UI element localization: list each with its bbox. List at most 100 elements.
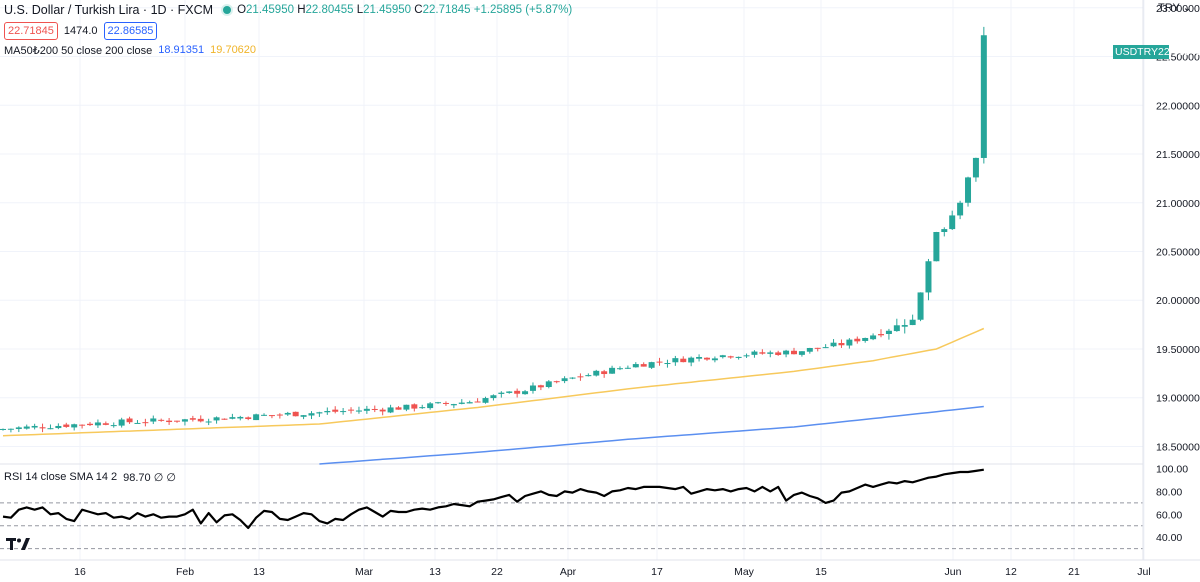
- candle-body: [751, 351, 758, 355]
- ohlc-values: O21.45950 H22.80455 L21.45950 C22.71845 …: [237, 4, 572, 16]
- rsi-value: 98.70 ∅ ∅: [123, 472, 176, 484]
- candle-body: [727, 356, 734, 358]
- time-tick-label: Jun: [945, 566, 962, 578]
- candle-body: [55, 425, 62, 429]
- candle-body: [791, 350, 797, 355]
- chart-canvas: 23.0000022.5000022.0000021.5000021.00000…: [0, 0, 1200, 578]
- open-label: O: [237, 4, 247, 16]
- candle-body: [672, 358, 679, 363]
- candle-body: [957, 202, 964, 216]
- time-tick-label: Jul: [1137, 566, 1150, 578]
- candle-body: [640, 364, 647, 367]
- rsi-tick-label: 40.00: [1156, 532, 1182, 544]
- close-label: C: [414, 4, 423, 16]
- candle-body: [371, 408, 378, 410]
- candle-body: [703, 357, 710, 360]
- candle-body: [624, 367, 631, 369]
- candle-body: [237, 416, 244, 419]
- candle-body: [87, 423, 94, 426]
- price-tick-label: 20.00000: [1156, 295, 1200, 307]
- candle-body: [158, 419, 165, 421]
- candle-body: [648, 362, 655, 368]
- sell-button[interactable]: 22.71845: [4, 22, 58, 40]
- ma-legend[interactable]: MA50₺200 50 close 200 close 18.91351 19.…: [4, 44, 256, 57]
- candle-body: [427, 403, 434, 409]
- candle-body: [245, 417, 252, 420]
- candle-body: [482, 398, 489, 403]
- close-value: 22.71845: [422, 4, 471, 16]
- ma200-line: [2, 327, 985, 437]
- candle-body: [39, 427, 46, 429]
- time-tick-label: May: [734, 566, 755, 578]
- candle-body: [870, 335, 877, 340]
- candle-body: [656, 361, 663, 363]
- candle-body: [221, 418, 228, 420]
- candle-body: [909, 319, 916, 326]
- symbol-title[interactable]: U.S. Dollar / Turkish Lira · 1D · FXCM: [4, 3, 213, 17]
- candle-body: [514, 390, 521, 394]
- change-value: +1.25895 (+5.87%): [473, 4, 573, 16]
- currency-selector[interactable]: TRY ⌄: [1158, 1, 1192, 14]
- candle-body: [759, 352, 766, 354]
- candle-body: [63, 424, 70, 427]
- candle-body: [300, 415, 307, 417]
- candle-body: [949, 215, 956, 230]
- open-value: 21.45950: [246, 4, 294, 16]
- candle-body: [806, 347, 813, 352]
- candle-body: [719, 355, 726, 358]
- chevron-down-icon: ⌄: [1179, 2, 1192, 14]
- time-tick-label: 16: [74, 566, 86, 578]
- symbol-tag: USDTRY: [1115, 46, 1158, 58]
- candle-body: [980, 35, 987, 158]
- candle-body: [15, 427, 22, 430]
- candle-body: [522, 391, 529, 395]
- candle-body: [23, 426, 30, 429]
- last-price-tag: USDTRY 22.71845: [1113, 45, 1200, 59]
- candle-body: [47, 428, 54, 430]
- candle-body: [292, 411, 299, 417]
- candle-body: [166, 420, 173, 423]
- time-tick-label: Feb: [176, 566, 194, 578]
- low-value: 21.45950: [363, 4, 412, 16]
- candle-body: [0, 428, 6, 430]
- candle-body: [150, 418, 157, 422]
- candle-body: [458, 402, 465, 404]
- price-tick-label: 19.00000: [1156, 393, 1200, 405]
- rsi-tick-label: 80.00: [1156, 486, 1182, 498]
- candle-body: [324, 411, 331, 413]
- high-label: H: [297, 4, 306, 16]
- candle-body: [134, 422, 141, 424]
- candle-body: [94, 422, 101, 426]
- candle-body: [284, 412, 291, 415]
- candle-body: [253, 414, 260, 421]
- candle-body: [711, 358, 718, 361]
- candle-body: [142, 422, 149, 424]
- price-tick-label: 21.50000: [1156, 149, 1200, 161]
- chart-header: U.S. Dollar / Turkish Lira · 1D · FXCM O…: [4, 2, 572, 18]
- candle-body: [798, 351, 805, 355]
- candle-body: [616, 368, 623, 370]
- candle-body: [537, 385, 544, 388]
- candle-body: [822, 347, 829, 349]
- rsi-axis-labels: 100.00 80.00 60.00 40.00: [1156, 464, 1188, 545]
- candle-body: [450, 404, 457, 406]
- candle-body: [688, 357, 695, 363]
- time-tick-label: 17: [651, 566, 663, 578]
- candle-body: [181, 419, 188, 422]
- candle-body: [189, 418, 196, 420]
- candle-body: [261, 414, 268, 416]
- price-axis-labels: 23.0000022.5000022.0000021.5000021.00000…: [1156, 3, 1200, 454]
- rsi-tick-label: 100.00: [1156, 464, 1188, 476]
- tradingview-logo-icon[interactable]: [6, 536, 34, 552]
- buy-button[interactable]: 22.86585: [103, 22, 158, 40]
- time-axis-labels: 16 Feb 13 Mar 13 22 Apr 17 May 15 Jun 12 21 Jul: [74, 566, 1151, 578]
- candle-body: [854, 338, 861, 342]
- rsi-legend[interactable]: RSI 14 close SMA 14 2 98.70 ∅ ∅: [4, 471, 176, 484]
- candle-body: [814, 347, 821, 349]
- candle-body: [435, 402, 442, 404]
- candle-body: [316, 412, 323, 414]
- candle-body: [197, 418, 204, 422]
- candle-body: [506, 391, 513, 393]
- time-tick-label: 13: [429, 566, 441, 578]
- candle-body: [838, 343, 845, 346]
